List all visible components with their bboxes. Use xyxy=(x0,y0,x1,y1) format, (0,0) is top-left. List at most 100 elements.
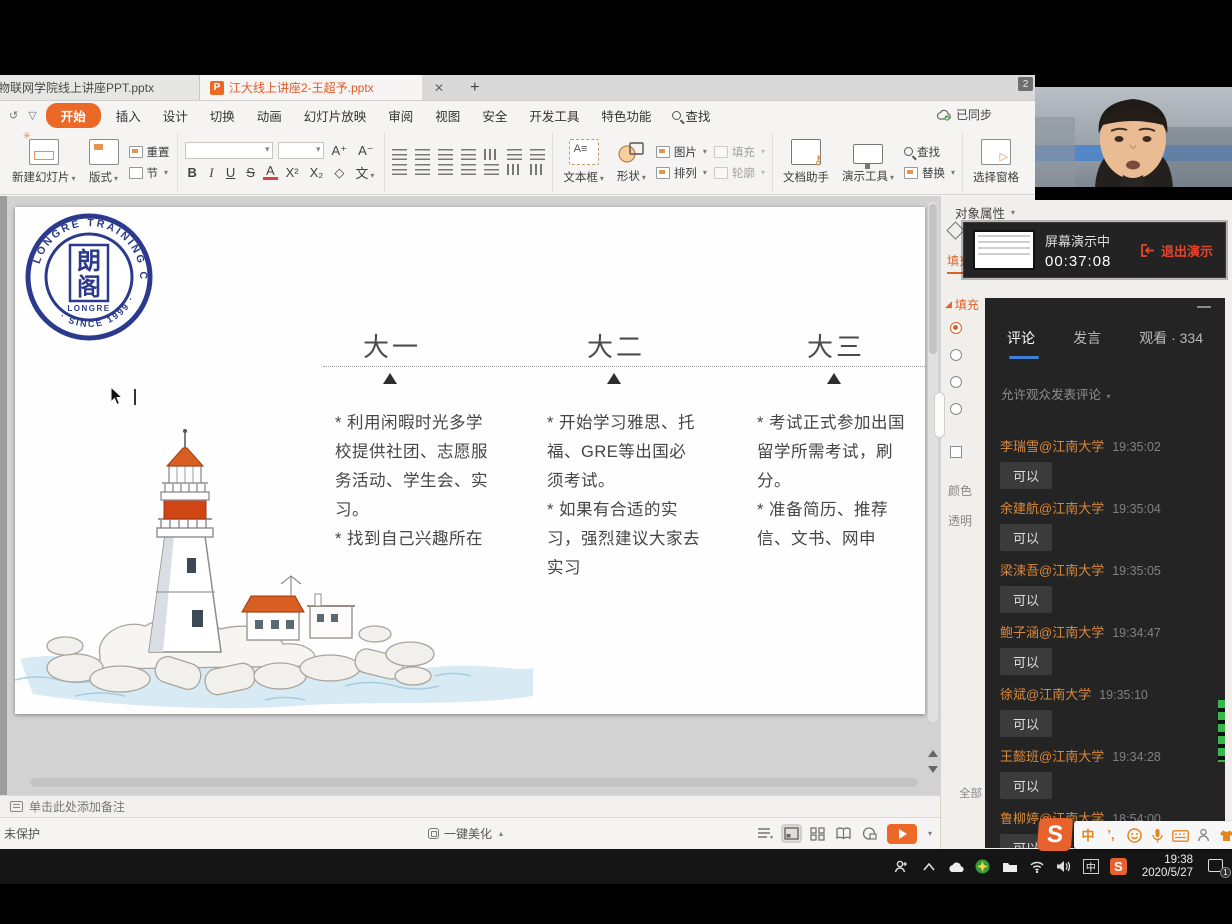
cloud-tray-icon[interactable] xyxy=(948,859,964,875)
textbox-button[interactable]: 文本框▾ xyxy=(560,138,607,186)
protection-status[interactable]: 未保护 xyxy=(0,825,40,842)
menu-item-2[interactable]: 设计 xyxy=(152,103,199,128)
properties-caret[interactable]: ▾ xyxy=(1011,208,1015,217)
menu-item-8[interactable]: 安全 xyxy=(471,103,518,128)
strikethrough-button[interactable]: S xyxy=(243,165,258,180)
section-button[interactable]: 节▾ xyxy=(129,165,170,181)
ime-lang-toggle[interactable]: 中 xyxy=(1078,825,1098,844)
distribute-icon[interactable] xyxy=(484,164,499,175)
fill-option-radio[interactable] xyxy=(950,349,962,361)
fill-option-radio[interactable] xyxy=(950,376,962,388)
align-center-icon[interactable] xyxy=(415,164,430,175)
fill-option-radio-selected[interactable] xyxy=(950,322,962,334)
menu-item-7[interactable]: 视图 xyxy=(424,103,471,128)
tab-comments[interactable]: 评论 xyxy=(1007,328,1035,348)
tab-speak[interactable]: 发言 xyxy=(1073,328,1101,348)
tab-watch-count[interactable]: 观看 · 334 xyxy=(1139,328,1203,348)
notes-toggle-icon[interactable] xyxy=(757,826,774,841)
sogou-tray-icon[interactable]: S xyxy=(1110,858,1127,875)
close-tab-icon[interactable]: ✕ xyxy=(422,75,456,100)
doc-tab-inactive[interactable]: 物联网学院线上讲座PPT.pptx xyxy=(0,75,200,100)
ime-voice-icon[interactable] xyxy=(1147,826,1167,842)
columns-icon[interactable] xyxy=(530,149,545,160)
slide-sorter-button[interactable] xyxy=(809,826,826,841)
layout-button[interactable]: 版式▾ xyxy=(86,138,122,186)
subscript-button[interactable]: X₂ xyxy=(307,165,327,180)
fill-section-header[interactable]: ◢填充 xyxy=(945,296,979,313)
menu-item-1[interactable]: 插入 xyxy=(105,103,152,128)
customize-toolbar-icon[interactable]: ▽ xyxy=(23,109,41,122)
align-right-icon[interactable] xyxy=(438,164,453,175)
clear-format-button[interactable]: ◇ xyxy=(331,165,347,181)
fill-option-checkbox[interactable] xyxy=(950,446,962,458)
sogou-logo[interactable]: S xyxy=(1037,818,1073,851)
reading-view-button[interactable] xyxy=(835,826,852,841)
find-button[interactable]: 查找 xyxy=(904,144,955,160)
indent-right-icon[interactable] xyxy=(530,164,545,175)
antivirus-tray-icon[interactable] xyxy=(975,859,991,875)
notes-bar[interactable]: 单击此处添加备注 xyxy=(0,795,940,817)
previous-slide-button[interactable] xyxy=(928,750,938,757)
presentation-tools-button[interactable]: 演示工具▾ xyxy=(839,140,897,185)
ime-skin-icon[interactable] xyxy=(1216,827,1232,842)
doc-assistant-button[interactable]: 文档助手 xyxy=(780,138,832,186)
numbered-list-icon[interactable] xyxy=(415,149,430,160)
new-slide-button[interactable]: 新建幻灯片▾ xyxy=(9,138,79,186)
sync-status[interactable]: 已同步 xyxy=(936,106,992,123)
font-size-select[interactable] xyxy=(278,142,324,159)
increase-font-button[interactable]: A⁺ xyxy=(329,143,351,159)
shapes-button[interactable]: 形状▾ xyxy=(614,139,649,185)
italic-button[interactable]: I xyxy=(205,165,218,181)
menu-item-6[interactable]: 审阅 xyxy=(377,103,424,128)
people-tray-icon[interactable] xyxy=(894,859,910,875)
decrease-font-button[interactable]: A⁻ xyxy=(355,143,377,159)
doc-tab-active[interactable]: P 江大线上讲座2-王超予.pptx xyxy=(200,75,422,100)
selection-pane-button[interactable]: 选择窗格 xyxy=(970,138,1022,186)
exit-presentation-button[interactable]: 退出演示 xyxy=(1139,241,1213,260)
bullet-list-icon[interactable] xyxy=(392,149,407,160)
webcam-video[interactable] xyxy=(1035,75,1232,200)
volume-tray-icon[interactable] xyxy=(1056,859,1072,875)
all-button[interactable]: 全部 xyxy=(959,785,982,801)
menu-item-4[interactable]: 动画 xyxy=(246,103,293,128)
font-name-select[interactable] xyxy=(185,142,273,159)
ime-punctuation-icon[interactable]: ’, xyxy=(1101,827,1121,842)
panel-collapse-handle[interactable] xyxy=(934,392,945,438)
minimize-panel-icon[interactable] xyxy=(1197,306,1211,308)
tray-expand-chevron[interactable] xyxy=(921,859,937,875)
ime-emoji-icon[interactable] xyxy=(1124,826,1144,842)
underline-button[interactable]: U xyxy=(223,165,238,180)
ime-toolbox-icon[interactable] xyxy=(1193,827,1213,843)
new-tab-button[interactable]: + xyxy=(456,75,493,100)
folder-tray-icon[interactable] xyxy=(1002,859,1018,875)
horizontal-scrollbar[interactable] xyxy=(30,778,918,787)
undo-icon[interactable]: ↺ xyxy=(4,109,23,122)
start-slideshow-button[interactable] xyxy=(887,824,917,844)
beautify-button[interactable]: 一键美化 ▴ xyxy=(428,825,503,842)
font-color-button[interactable]: A xyxy=(263,165,278,180)
menu-item-0[interactable]: 开始 xyxy=(46,103,101,128)
bold-button[interactable]: B xyxy=(185,165,200,180)
next-slide-button[interactable] xyxy=(928,766,938,773)
arrange-button[interactable]: 排列▾ xyxy=(656,165,707,181)
menu-item-3[interactable]: 切换 xyxy=(199,103,246,128)
vertical-scrollbar[interactable] xyxy=(928,202,938,722)
find-menu[interactable]: 查找 xyxy=(662,106,720,125)
slideshow-settings-icon[interactable] xyxy=(861,826,878,841)
taskbar-clock[interactable]: 19:38 2020/5/27 xyxy=(1142,854,1193,880)
menu-item-9[interactable]: 开发工具 xyxy=(518,103,590,128)
outline-button[interactable]: 轮廓▾ xyxy=(714,165,765,181)
menu-item-10[interactable]: 特色功能 xyxy=(590,103,662,128)
notification-center-icon[interactable]: 1 xyxy=(1208,859,1228,875)
ime-keyboard-icon[interactable] xyxy=(1170,827,1190,842)
justify-icon[interactable] xyxy=(461,164,476,175)
replace-button[interactable]: 替换▾ xyxy=(904,165,955,181)
decrease-indent-icon[interactable] xyxy=(438,149,453,160)
normal-view-button[interactable] xyxy=(783,826,800,841)
align-left-icon[interactable] xyxy=(392,164,407,175)
text-direction-icon[interactable] xyxy=(484,149,499,160)
network-tray-icon[interactable] xyxy=(1029,859,1045,875)
increase-indent-icon[interactable] xyxy=(461,149,476,160)
language-indicator[interactable]: 中 xyxy=(1083,859,1099,874)
slide[interactable]: LONGRE TRAINING CENTER · SINCE 1999 · 朗 … xyxy=(15,207,925,714)
